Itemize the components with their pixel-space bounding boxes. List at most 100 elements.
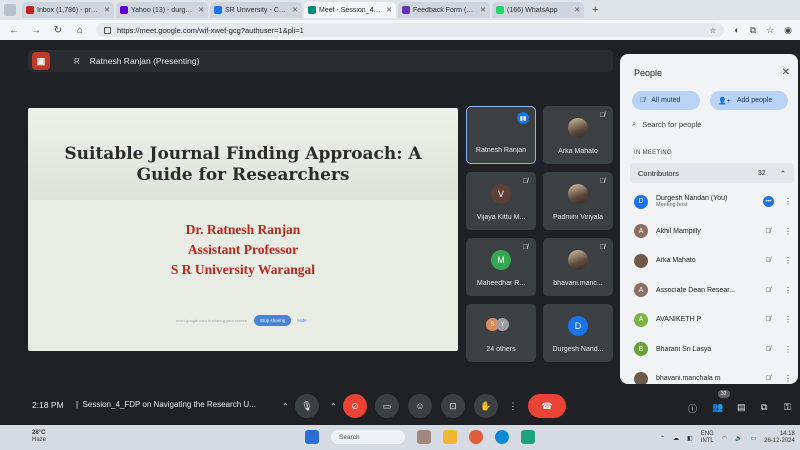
list-item[interactable]: A Akhil Mampilly 🎙̸ ⋮ [630, 217, 794, 247]
people-search-input[interactable]: ⌕ Search for people [632, 116, 792, 132]
hide-button[interactable]: Hide [297, 318, 306, 323]
meet-app: ▣ R Ratnesh Ranjan (Presenting) Suitable… [0, 40, 800, 425]
emoji-button[interactable]: ☺ [408, 394, 432, 418]
list-item[interactable]: A AVANIKETH P 🎙̸ ⋮ [630, 305, 794, 335]
cloud-icon[interactable]: ☁ [673, 435, 679, 442]
forward-icon[interactable]: → [30, 25, 42, 36]
close-icon[interactable]: ✕ [782, 67, 790, 78]
list-item[interactable]: bhavani.manchala m 🎙̸ ⋮ [630, 364, 794, 384]
close-tab-icon[interactable]: ✕ [104, 6, 110, 14]
home-icon[interactable]: ⌂ [74, 25, 86, 36]
extensions-icon[interactable]: ◐ [734, 25, 739, 36]
leave-call-button[interactable]: ☎ [528, 394, 566, 418]
collections-icon[interactable]: ⧉ [750, 25, 756, 36]
reload-icon[interactable]: ↻ [52, 25, 64, 36]
participant-tile[interactable]: 🎙̸ M Maheedhar R... [466, 238, 536, 296]
taskbar-search[interactable]: Search [331, 430, 405, 444]
others-tile[interactable]: S Y 24 others [466, 304, 536, 362]
list-item[interactable]: A Associate Dean Resear... 🎙̸ ⋮ [630, 276, 794, 306]
video-options-chevron-icon[interactable]: ⌃ [330, 402, 337, 411]
captions-button[interactable]: ▭ [375, 394, 399, 418]
tab-whatsapp[interactable]: (166) WhatsApp ✕ [492, 2, 584, 18]
tab-gmail[interactable]: Inbox (1,786) - prof.durgesh ✕ [22, 2, 114, 18]
widgets-icon[interactable] [417, 430, 431, 444]
window-menu-icon[interactable] [4, 4, 16, 16]
close-tab-icon[interactable]: ✕ [480, 6, 486, 14]
chrome-icon[interactable] [469, 430, 483, 444]
participant-tile[interactable]: 🎙̸ Arka Mahato [543, 106, 613, 164]
close-tab-icon[interactable]: ✕ [198, 6, 204, 14]
present-button[interactable]: ⊡ [441, 394, 465, 418]
start-icon[interactable] [305, 430, 319, 444]
more-vert-icon[interactable]: ⋮ [782, 286, 794, 295]
close-tab-icon[interactable]: ✕ [292, 6, 298, 14]
more-vert-icon[interactable]: ⋮ [782, 345, 794, 354]
battery-icon[interactable]: ▭ [750, 435, 756, 442]
info-icon[interactable]: ⓘ [688, 402, 697, 415]
close-tab-icon[interactable]: ✕ [386, 6, 392, 14]
raise-hand-button[interactable]: ✋ [474, 394, 498, 418]
camera-off-button[interactable]: ⊘ [343, 394, 367, 418]
list-item[interactable]: B Bharani Sri Lasya 🎙̸ ⋮ [630, 335, 794, 365]
weather-temp: 28°C [32, 430, 46, 436]
chevron-up-icon[interactable]: ⌃ [780, 169, 786, 178]
browser-tab-bar: Inbox (1,786) - prof.durgesh ✕ Yahoo (13… [0, 0, 800, 20]
meeting-controls: 2:18 PM | Session_4_FDP on Navigating th… [0, 386, 800, 424]
mic-off-icon: 🎙̸ [522, 244, 528, 251]
more-horizontal-icon[interactable]: ••• [763, 196, 774, 208]
contributors-group[interactable]: Contributors 32 ⌃ [630, 163, 794, 183]
volume-icon[interactable]: 🔊 [735, 435, 742, 442]
more-vert-icon[interactable]: ⋮ [782, 197, 794, 206]
address-bar[interactable]: https://meet.google.com/wif-xwef-gcg?aut… [96, 23, 725, 37]
add-people-button[interactable]: 👤+ Add people [710, 91, 788, 110]
participant-tile[interactable]: 🎙̸ bhavani.manc... [543, 238, 613, 296]
more-options-button[interactable]: ⋮ [503, 394, 523, 418]
back-icon[interactable]: ← [8, 25, 20, 36]
all-muted-button[interactable]: 🎙̸ All muted [632, 91, 700, 110]
wifi-icon[interactable]: ◠ [722, 435, 727, 442]
participant-tile[interactable]: 🎙̸ V Vijaya Kittu M... [466, 172, 536, 230]
mic-button[interactable]: 🎙 [295, 394, 319, 418]
site-info-icon[interactable] [104, 26, 111, 34]
whatsapp-icon [496, 6, 504, 14]
mic-off-icon: 🎙̸ [765, 227, 771, 235]
activities-icon[interactable]: ⧉ [761, 402, 767, 413]
camera-icon[interactable]: ◧ [687, 435, 693, 442]
bookmark-star-icon[interactable]: ☆ [709, 26, 716, 35]
chevron-up-icon[interactable]: ⌃ [660, 435, 665, 442]
profile-icon[interactable]: ◉ [784, 25, 792, 36]
tab-forms[interactable]: Feedback Form (Session ✕ [398, 2, 490, 18]
weather-widget[interactable]: 28°C Haze [32, 430, 46, 444]
lock-icon[interactable]: ⚿ [784, 402, 791, 413]
self-tile[interactable]: D Durgesh Nand... [543, 304, 613, 362]
favorites-icon[interactable]: ☆ [766, 25, 774, 36]
section-label: IN MEETING [634, 150, 673, 156]
stop-sharing-button[interactable]: Stop sharing [254, 315, 292, 326]
new-tab-icon[interactable]: + [586, 4, 604, 16]
audio-options-chevron-icon[interactable]: ⌃ [282, 402, 289, 411]
tab-calendar[interactable]: SR University - Calendar ✕ [210, 2, 302, 18]
close-tab-icon[interactable]: ✕ [574, 6, 580, 14]
app-icon[interactable] [521, 430, 535, 444]
participant-list: D Durgesh Nandan (You) Meeting host ••• ⋮… [630, 187, 794, 384]
list-item[interactable]: D Durgesh Nandan (You) Meeting host ••• ⋮ [630, 187, 794, 217]
avatar: D [568, 316, 588, 336]
language-indicator[interactable]: ENG INTL [701, 431, 714, 445]
meeting-title-text: Session_4_FDP on Navigating the Research… [82, 400, 256, 409]
more-vert-icon[interactable]: ⋮ [782, 374, 794, 383]
participant-tile[interactable]: ▮▮ Ratnesh Ranjan [466, 106, 536, 164]
more-vert-icon[interactable]: ⋮ [782, 315, 794, 324]
participant-tile[interactable]: 🎙̸ Padmini Viriyala [543, 172, 613, 230]
edge-icon[interactable] [495, 430, 509, 444]
more-vert-icon[interactable]: ⋮ [782, 227, 794, 236]
file-explorer-icon[interactable] [443, 430, 457, 444]
chat-icon[interactable]: ▤ [737, 402, 746, 413]
people-icon[interactable]: 👥 [712, 402, 723, 413]
search-icon: ⌕ [632, 119, 637, 128]
more-vert-icon[interactable]: ⋮ [782, 256, 794, 265]
slide-role: Assistant Professor [187, 242, 299, 257]
tab-yahoo[interactable]: Yahoo (13) - durgeshnan ✕ [116, 2, 208, 18]
tab-meet[interactable]: Meet - Session_4_FD ✕ [304, 2, 396, 18]
taskbar-clock[interactable]: 14:18 26-12-2024 [764, 431, 795, 445]
list-item[interactable]: Arka Mahato 🎙̸ ⋮ [630, 246, 794, 276]
